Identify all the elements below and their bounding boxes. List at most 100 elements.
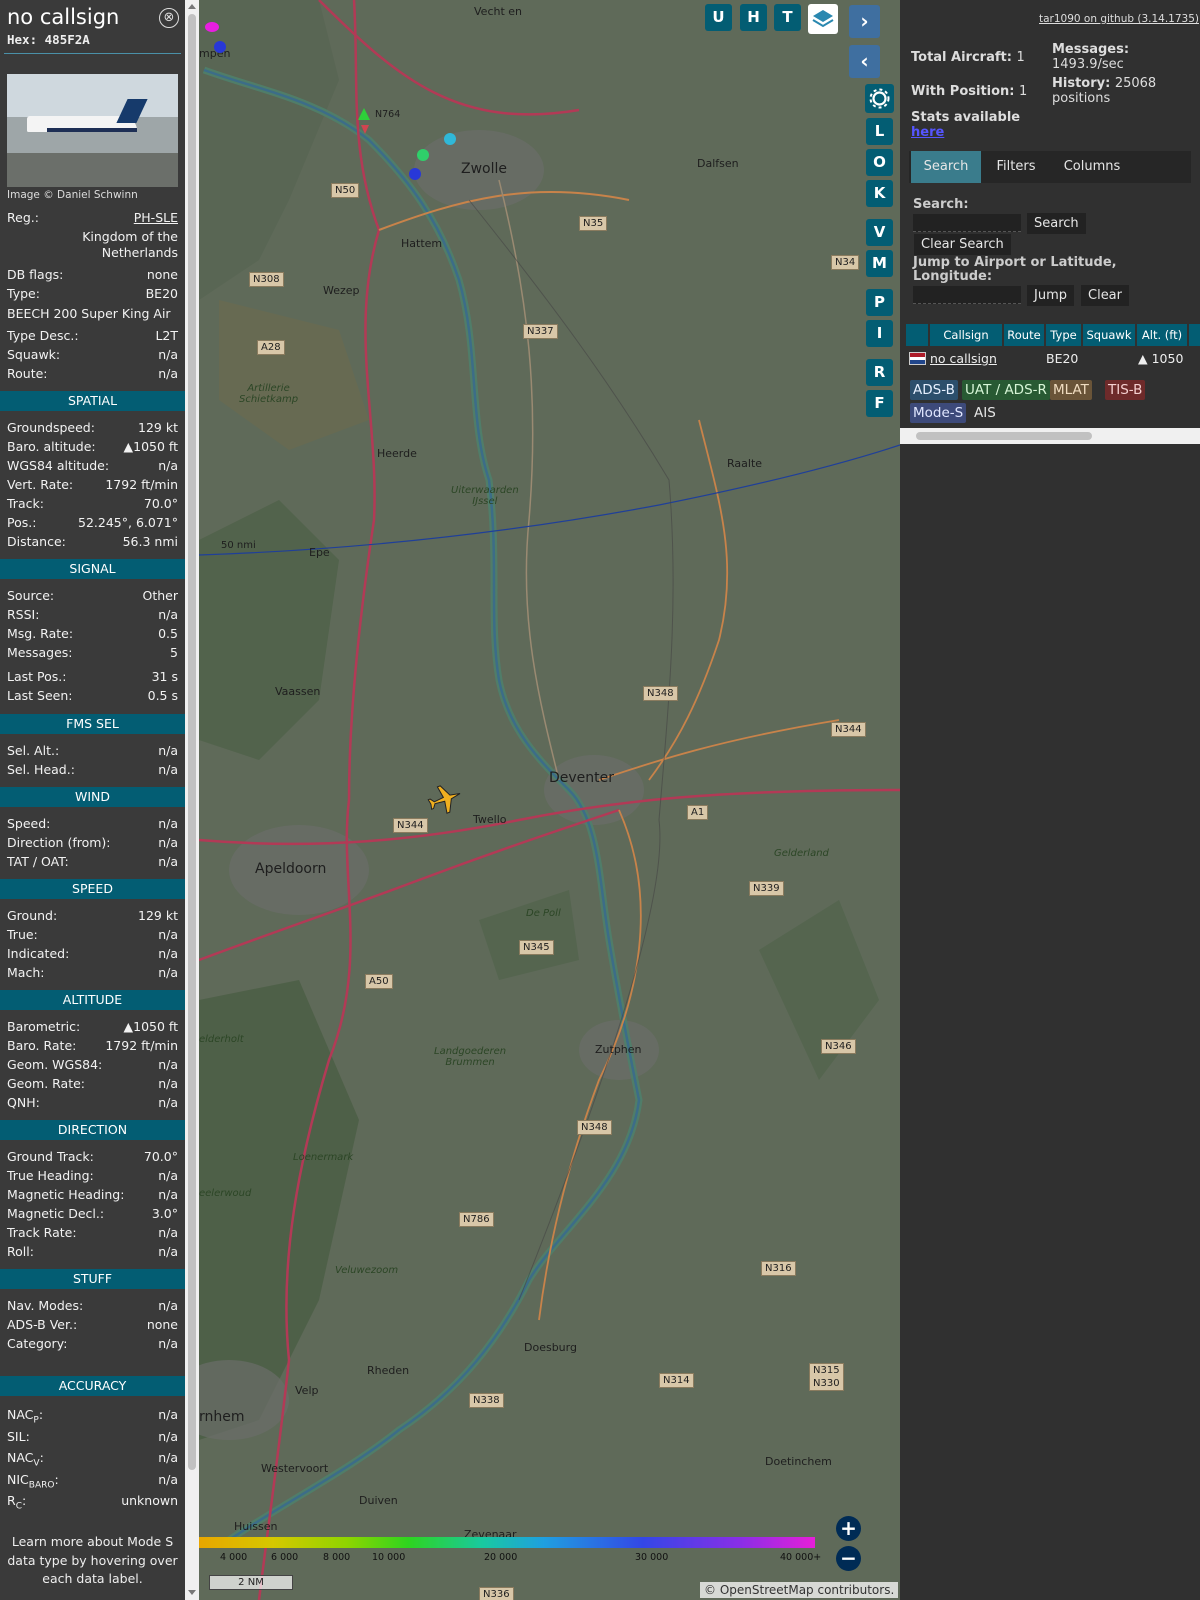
aircraft-marker-blue-2[interactable] — [409, 168, 421, 180]
map-label-nature: Artillerie Schietkamp — [239, 383, 299, 405]
aircraft-marker-green[interactable] — [417, 149, 429, 161]
signal-row: Last Pos.: 31 s — [7, 668, 178, 686]
map-button-o[interactable]: O — [866, 149, 893, 176]
type-value: BE20 — [145, 286, 178, 301]
map-button-k[interactable]: K — [866, 180, 893, 207]
altitude-row: Baro. Rate: 1792 ft/min — [7, 1037, 178, 1055]
reg-link[interactable]: PH-SLE — [134, 209, 178, 227]
map-button-f[interactable]: F — [866, 390, 893, 417]
direction-row: Magnetic Decl.: 3.0° — [7, 1205, 178, 1223]
section-fms: FMS SEL — [0, 714, 185, 734]
map-label-place: Apeldoorn — [255, 861, 327, 877]
typedesc-value: L2T — [155, 328, 178, 343]
map-button-p[interactable]: P — [866, 289, 893, 316]
road-shield: N315 N330 — [809, 1363, 844, 1391]
map-button-l[interactable]: L — [866, 118, 893, 145]
tab-filters[interactable]: Filters — [983, 151, 1049, 183]
type-label: Type: — [7, 286, 40, 301]
aircraft-marker-magenta[interactable] — [205, 22, 219, 32]
colorbar-tick: 10 000 — [372, 1552, 406, 1563]
direction-label: Roll: — [7, 1244, 34, 1259]
total-aircraft-label: Total Aircraft: — [911, 50, 1012, 65]
search-button[interactable]: Search — [1027, 213, 1086, 234]
zoom-in-icon[interactable]: + — [836, 1516, 861, 1541]
github-link[interactable]: tar1090 on github (3.14.1735) — [1039, 13, 1199, 25]
chevron-right-icon[interactable]: › — [849, 5, 880, 38]
speed-row: Ground: 129 kt — [7, 907, 178, 925]
accuracy-value: n/a — [158, 1428, 178, 1444]
aircraft-marker-red[interactable] — [361, 125, 369, 134]
legend-chip: UAT / ADS-R — [962, 380, 1050, 400]
tab-columns[interactable]: Columns — [1051, 151, 1133, 183]
section-wind: WIND — [0, 787, 185, 807]
chevron-left-icon[interactable]: ‹ — [849, 45, 880, 78]
jump-input[interactable] — [913, 286, 1021, 304]
signal-row: RSSI: n/a — [7, 606, 178, 624]
signal-value: Other — [142, 588, 179, 603]
info-panel-scrollbar[interactable] — [185, 0, 199, 1600]
column-header-type[interactable]: Type — [1046, 324, 1081, 346]
spatial-row: Baro. altitude: ▲1050 ft — [7, 438, 178, 456]
zoom-out-icon[interactable]: − — [836, 1546, 861, 1571]
map-button-i[interactable]: I — [866, 320, 893, 347]
footer-line-2: data type by hovering over — [7, 1552, 178, 1568]
map-button-r[interactable]: R — [866, 359, 893, 386]
map-label-place: Epe — [309, 546, 330, 559]
hscroll-thumb[interactable] — [916, 432, 1092, 440]
with-position: With Position: 1 — [911, 84, 1027, 99]
map-button-m[interactable]: M — [866, 250, 893, 277]
layers-icon[interactable] — [808, 4, 838, 34]
direction-label: Track Rate: — [7, 1225, 77, 1240]
scroll-up-icon[interactable] — [188, 4, 196, 9]
scrollbar-thumb[interactable] — [188, 14, 196, 1470]
aircraft-marker-blue[interactable] — [214, 41, 226, 53]
map-canvas[interactable]: mpen Vecht en Zwolle Hattem Wezep Dalfse… — [199, 0, 900, 1600]
settings-gear-icon[interactable] — [865, 84, 894, 113]
spatial-row: Pos.: 52.245°, 6.071° — [7, 514, 178, 532]
table-horizontal-scrollbar[interactable] — [900, 428, 1200, 444]
aircraft-marker-cyan[interactable] — [444, 133, 456, 145]
total-aircraft-value: 1 — [1016, 50, 1025, 65]
column-header-altitude[interactable]: Alt. (ft) — [1137, 324, 1187, 346]
road-shield: N314 — [659, 1373, 694, 1388]
map-button-t[interactable]: T — [774, 4, 801, 31]
attribution-link[interactable]: OpenStreetMap — [720, 1583, 814, 1597]
jump-button[interactable]: Jump — [1027, 285, 1074, 306]
altitude-label: Geom. Rate: — [7, 1076, 86, 1091]
aircraft-callsign: no callsign — [7, 5, 120, 29]
column-header-callsign[interactable]: Callsign — [930, 324, 1002, 346]
legend-chip: TIS-B — [1105, 380, 1146, 400]
search-input[interactable] — [913, 214, 1021, 232]
altitude-label: Barometric: — [7, 1019, 81, 1034]
selected-aircraft-icon[interactable] — [425, 779, 465, 819]
road-shield: N316 — [761, 1261, 796, 1276]
column-header-squawk[interactable]: Squawk — [1083, 324, 1135, 346]
column-header-route[interactable]: Route — [1004, 324, 1044, 346]
map-button-v[interactable]: V — [866, 219, 893, 246]
aircraft-photo[interactable] — [7, 74, 178, 187]
signal-label: Messages: — [7, 645, 73, 660]
clear-jump-button[interactable]: Clear — [1081, 285, 1129, 306]
close-icon[interactable]: ⊗ — [159, 8, 179, 28]
map-label-nature: De Poll — [526, 908, 561, 919]
tab-search[interactable]: Search — [911, 151, 981, 183]
direction-row: True Heading: n/a — [7, 1167, 178, 1185]
type-row: Type: BE20 — [7, 285, 178, 303]
map-button-h[interactable]: H — [740, 4, 767, 31]
scroll-down-icon[interactable] — [188, 1590, 196, 1595]
stuff-row: Category: n/a — [7, 1335, 178, 1353]
typedesc-row: Type Desc.: L2T — [7, 327, 178, 345]
table-row-callsign[interactable]: no callsign — [930, 350, 997, 368]
map-button-u[interactable]: U — [705, 4, 732, 31]
speed-row: Indicated: n/a — [7, 945, 178, 963]
aircraft-marker-green-triangle[interactable] — [358, 108, 370, 120]
clear-search-button[interactable]: Clear Search — [914, 234, 1011, 255]
signal-row: Last Seen: 0.5 s — [7, 687, 178, 705]
accuracy-row: NACP: n/a — [7, 1406, 178, 1426]
fms-value: n/a — [158, 743, 178, 758]
column-header-more[interactable] — [1189, 324, 1200, 346]
spatial-value: 70.0° — [143, 496, 178, 511]
squawk-row: Squawk: n/a — [7, 346, 178, 364]
column-header-flag[interactable] — [906, 324, 928, 346]
stats-here-link[interactable]: here — [911, 125, 944, 140]
